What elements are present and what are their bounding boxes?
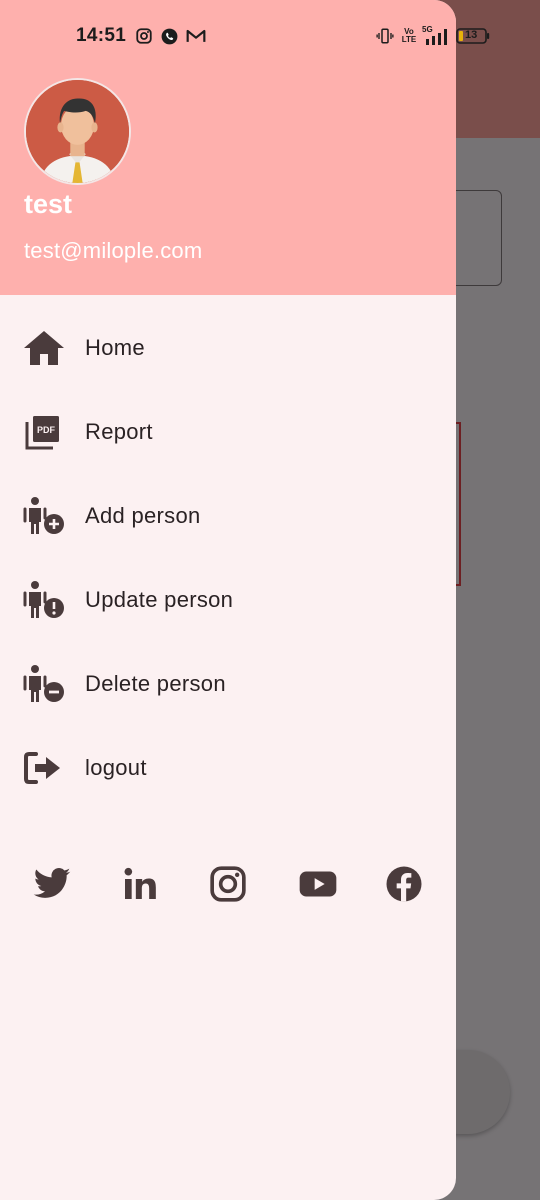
youtube-icon[interactable] xyxy=(294,860,342,908)
avatar[interactable] xyxy=(24,78,131,185)
whatsapp-notification-icon xyxy=(159,26,179,46)
instagram-notification-icon xyxy=(134,26,154,46)
home-icon xyxy=(22,326,66,370)
facebook-icon[interactable] xyxy=(380,860,428,908)
menu-item-delete-person[interactable]: Delete person xyxy=(0,642,456,726)
pdf-icon: PDF xyxy=(22,410,66,454)
menu-label-delete-person: Delete person xyxy=(85,671,226,696)
user-email: test@milople.com xyxy=(24,238,203,263)
vibrate-icon xyxy=(375,27,395,45)
linkedin-icon[interactable] xyxy=(116,860,164,908)
menu-label-report: Report xyxy=(85,419,153,444)
svg-text:PDF: PDF xyxy=(37,425,56,435)
screen: 14:51 Vo LTE 5G 13 test test@milople.com… xyxy=(0,0,540,1200)
network-type-label: 5G xyxy=(422,25,433,34)
status-time: 14:51 xyxy=(76,25,127,46)
signal-icon: 5G xyxy=(422,25,450,46)
menu-item-add-person[interactable]: Add person xyxy=(0,474,456,558)
menu-label-update-person: Update person xyxy=(85,587,234,612)
menu-label-add-person: Add person xyxy=(85,503,201,528)
person-remove-icon xyxy=(22,662,66,706)
logout-icon xyxy=(22,746,66,790)
person-alert-icon xyxy=(22,578,66,622)
volte-label: Vo LTE xyxy=(401,27,417,44)
navigation-drawer: test test@milople.com Home PDF Report Ad… xyxy=(0,0,456,1200)
battery-level: 13 xyxy=(465,29,478,41)
status-bar: 14:51 Vo LTE 5G 13 xyxy=(0,0,540,72)
twitter-icon[interactable] xyxy=(28,860,76,908)
gmail-notification-icon xyxy=(185,26,207,46)
menu-label-home: Home xyxy=(85,335,145,360)
menu-item-logout[interactable]: logout xyxy=(0,726,456,810)
user-name: test xyxy=(24,189,73,219)
person-add-icon xyxy=(22,494,66,538)
instagram-icon[interactable] xyxy=(204,860,252,908)
menu-item-home[interactable]: Home xyxy=(0,306,456,390)
menu-item-report[interactable]: PDF Report xyxy=(0,390,456,474)
social-links xyxy=(0,860,456,908)
menu-label-logout: logout xyxy=(85,755,147,780)
menu-item-update-person[interactable]: Update person xyxy=(0,558,456,642)
status-right-group: Vo LTE 5G 13 xyxy=(375,25,490,46)
avatar-person-illustration xyxy=(26,80,129,183)
battery-icon: 13 xyxy=(456,28,490,44)
drawer-menu: Home PDF Report Add person Update person xyxy=(0,306,456,810)
